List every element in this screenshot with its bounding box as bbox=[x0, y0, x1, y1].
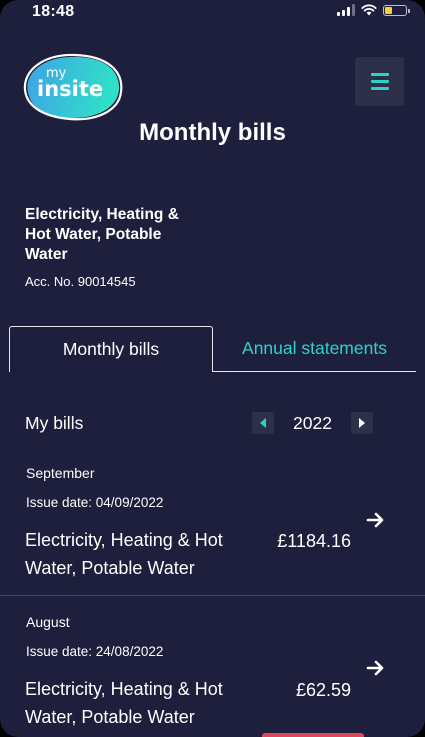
status-bar: 18:48 bbox=[0, 0, 425, 24]
bill-divider bbox=[0, 595, 425, 596]
account-number: Acc. No. 90014545 bbox=[25, 274, 136, 289]
chevron-left-icon bbox=[260, 418, 266, 428]
chevron-right-icon bbox=[359, 418, 365, 428]
hamburger-menu-icon[interactable] bbox=[355, 57, 404, 106]
bill-row-september[interactable]: September Issue date: 04/09/2022 Electri… bbox=[0, 462, 425, 594]
bottom-accent-bar bbox=[262, 733, 364, 737]
bill-amount: £1184.16 bbox=[277, 531, 351, 551]
tab-monthly-bills[interactable]: Monthly bills bbox=[9, 326, 213, 372]
logo-text-insite: insite bbox=[37, 77, 103, 101]
cellular-signal-icon bbox=[337, 4, 355, 16]
bills-tabs: Monthly bills Annual statements bbox=[9, 326, 416, 372]
bill-month: August bbox=[26, 614, 70, 630]
year-prev-button[interactable] bbox=[252, 412, 274, 434]
my-bills-label: My bills bbox=[25, 413, 84, 433]
tab-underline bbox=[213, 371, 416, 372]
bill-issue-date: Issue date: 04/09/2022 bbox=[26, 495, 164, 510]
bill-amount: £62.59 bbox=[295, 680, 351, 700]
app-screen: 18:48 my insite Monthly bills Electricit… bbox=[0, 0, 425, 737]
bill-description: Electricity, Heating & Hot Water, Potabl… bbox=[25, 679, 223, 727]
bill-month: September bbox=[26, 465, 95, 481]
bill-description: Electricity, Heating & Hot Water, Potabl… bbox=[25, 530, 223, 578]
battery-low-icon bbox=[383, 4, 410, 16]
bill-row-august[interactable]: August Issue date: 24/08/2022 Electricit… bbox=[0, 611, 425, 737]
account-name: Electricity, Heating & Hot Water, Potabl… bbox=[25, 206, 179, 263]
year-next-button[interactable] bbox=[351, 412, 373, 434]
wifi-icon bbox=[361, 4, 377, 16]
bill-issue-date: Issue date: 24/08/2022 bbox=[26, 644, 164, 659]
status-icons bbox=[337, 4, 410, 16]
page-title: Monthly bills bbox=[139, 119, 286, 146]
tab-annual-statements[interactable]: Annual statements bbox=[213, 326, 416, 372]
arrow-right-icon[interactable] bbox=[366, 658, 386, 678]
myinsite-logo[interactable]: my insite bbox=[20, 52, 125, 122]
year-value: 2022 bbox=[293, 413, 332, 433]
status-time: 18:48 bbox=[32, 3, 75, 20]
arrow-right-icon[interactable] bbox=[366, 510, 386, 530]
